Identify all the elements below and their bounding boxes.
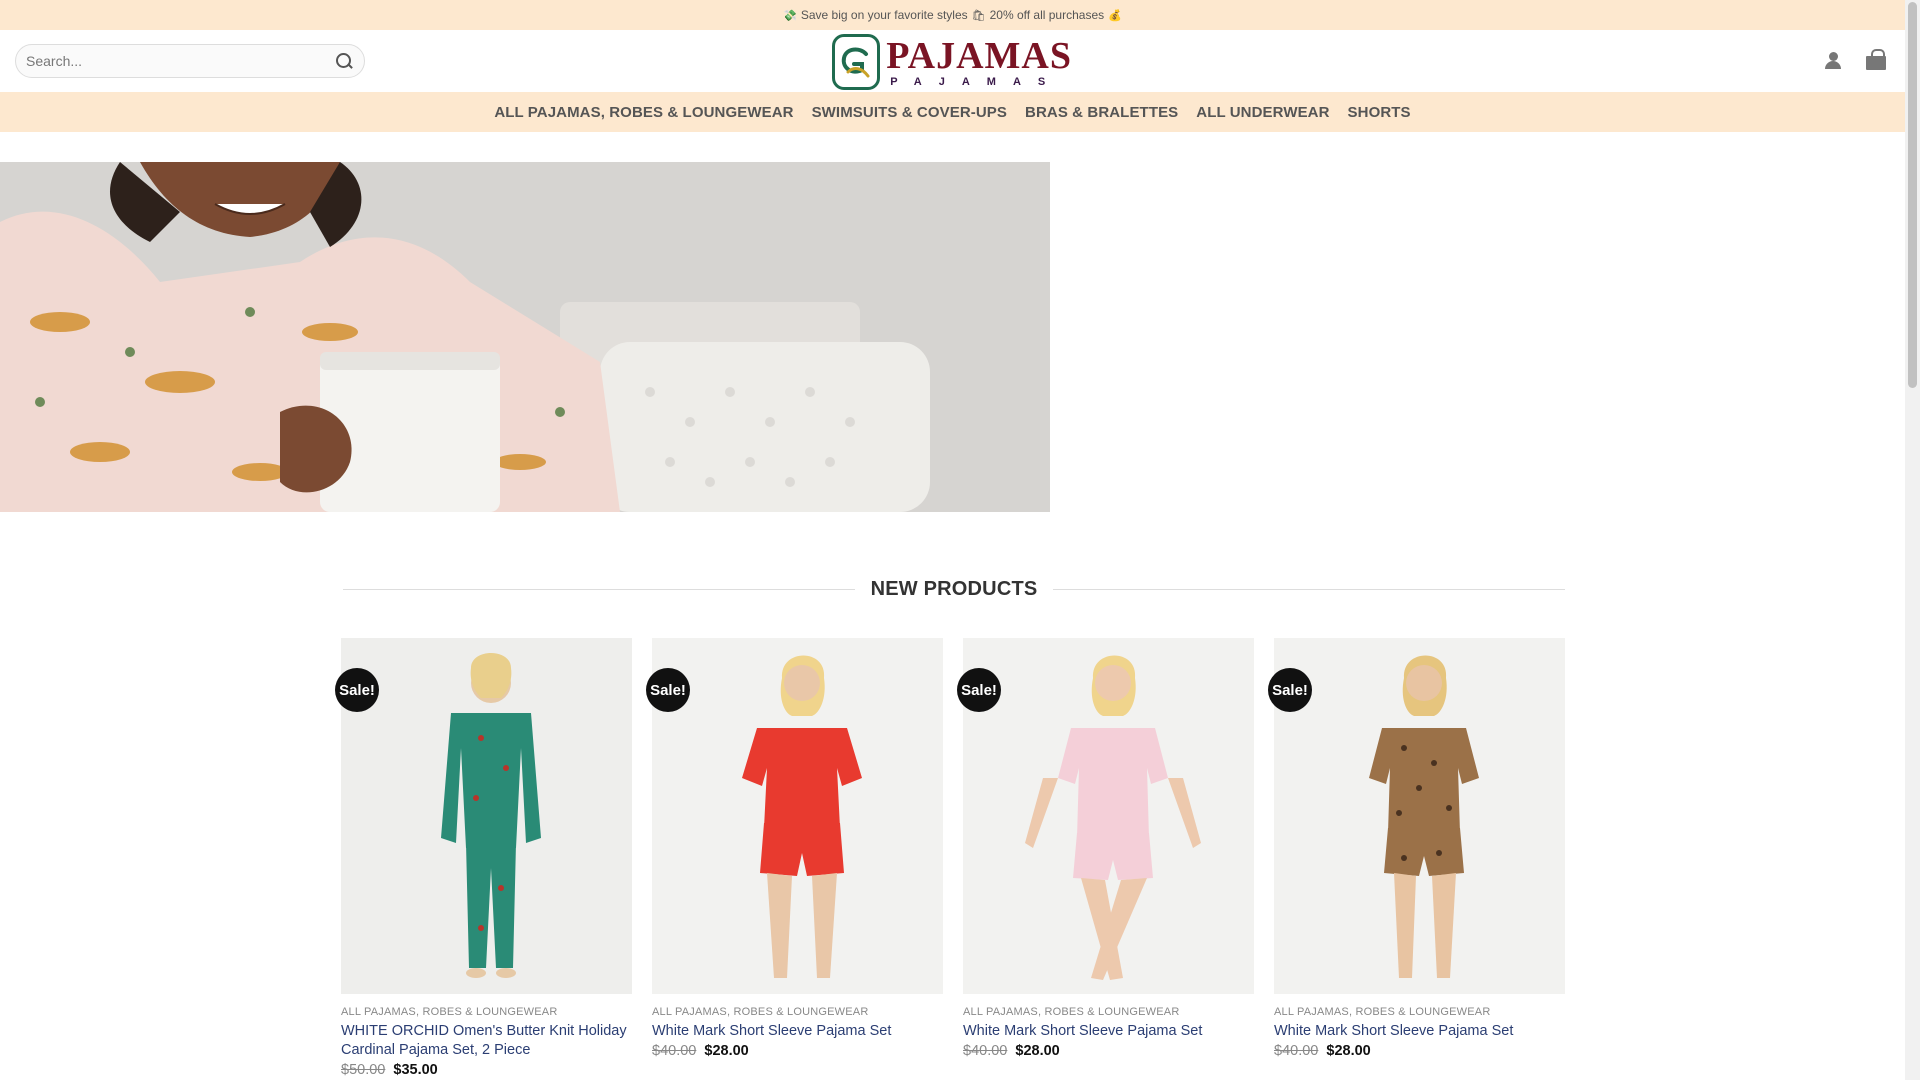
product-card[interactable]: Sale! ALL PAJAMAS, ROBES & LOUNGEWEAR Wh… <box>957 638 1254 1078</box>
section-title: NEW PRODUCTS <box>870 577 1038 600</box>
product-image[interactable] <box>1274 638 1565 994</box>
product-card[interactable]: Sale! ALL PAJAMAS, ROBES & LOUNGEWEAR WH… <box>335 638 632 1078</box>
nav-item-shorts[interactable]: SHORTS <box>1348 104 1411 121</box>
section-header: NEW PRODUCTS <box>343 574 1565 604</box>
product-image[interactable] <box>652 638 943 994</box>
product-category[interactable]: ALL PAJAMAS, ROBES & LOUNGEWEAR <box>652 1006 943 1018</box>
product-photo <box>341 638 632 994</box>
logo-title: PAJAMAS <box>886 34 1072 77</box>
main-nav: ALL PAJAMAS, ROBES & LOUNGEWEAR SWIMSUIT… <box>0 92 1905 132</box>
product-image[interactable] <box>341 638 632 994</box>
sale-badge: Sale! <box>1268 668 1312 712</box>
hero-image <box>0 162 1050 512</box>
promo-bar: 💸 Save big on your favorite styles 🛍 20%… <box>0 0 1905 30</box>
sale-price: $35.00 <box>393 1062 438 1078</box>
sale-badge: Sale! <box>646 668 690 712</box>
sale-badge: Sale! <box>957 668 1001 712</box>
user-icon[interactable] <box>1823 49 1843 71</box>
cart-icon[interactable] <box>1865 48 1887 72</box>
sale-price: $28.00 <box>1015 1043 1060 1059</box>
product-grid: Sale! ALL PAJAMAS, ROBES & LOUNGEWEAR WH… <box>335 638 1567 1078</box>
nav-item-underwear[interactable]: ALL UNDERWEAR <box>1196 104 1329 121</box>
product-category[interactable]: ALL PAJAMAS, ROBES & LOUNGEWEAR <box>963 1006 1254 1018</box>
nav-item-bras[interactable]: BRAS & BRALETTES <box>1025 104 1178 121</box>
logo-subtitle: PAJAMAS <box>890 75 1063 88</box>
product-price: $40.00 $28.00 <box>963 1043 1254 1059</box>
product-category[interactable]: ALL PAJAMAS, ROBES & LOUNGEWEAR <box>1274 1006 1565 1018</box>
search-box[interactable] <box>15 44 365 78</box>
search-input[interactable] <box>26 53 334 69</box>
site-header: PAJAMAS PAJAMAS <box>0 30 1905 92</box>
product-price: $50.00 $35.00 <box>341 1062 632 1078</box>
sale-badge: Sale! <box>335 668 379 712</box>
sale-price: $28.00 <box>704 1043 749 1059</box>
nav-item-pajamas[interactable]: ALL PAJAMAS, ROBES & LOUNGEWEAR <box>494 104 793 121</box>
product-name[interactable]: White Mark Short Sleeve Pajama Set <box>1274 1022 1565 1041</box>
divider <box>343 588 855 590</box>
product-name[interactable]: White Mark Short Sleeve Pajama Set <box>652 1022 943 1041</box>
product-photo <box>1274 638 1565 994</box>
logo[interactable]: PAJAMAS PAJAMAS <box>832 33 1072 90</box>
nav-item-swimsuits[interactable]: SWIMSUITS & COVER-UPS <box>812 104 1007 121</box>
product-card[interactable]: Sale! ALL PAJAMAS, ROBES & LOUNGEWEAR Wh… <box>1268 638 1565 1078</box>
scrollbar-thumb[interactable] <box>1908 2 1917 388</box>
product-photo <box>963 638 1254 994</box>
product-image[interactable] <box>963 638 1254 994</box>
old-price: $50.00 <box>341 1062 386 1078</box>
product-category[interactable]: ALL PAJAMAS, ROBES & LOUNGEWEAR <box>341 1006 632 1018</box>
product-name[interactable]: White Mark Short Sleeve Pajama Set <box>963 1022 1254 1041</box>
old-price: $40.00 <box>963 1043 1008 1059</box>
promo-text-a: Save big on your favorite styles <box>800 8 968 22</box>
old-price: $40.00 <box>1274 1043 1319 1059</box>
sale-price: $28.00 <box>1326 1043 1371 1059</box>
search-icon[interactable] <box>334 51 354 71</box>
promo-text-b: 20% off all purchases <box>989 8 1105 22</box>
old-price: $40.00 <box>652 1043 697 1059</box>
product-name[interactable]: WHITE ORCHID Omen's Butter Knit Holiday … <box>341 1022 632 1060</box>
product-price: $40.00 $28.00 <box>652 1043 943 1059</box>
hero-banner[interactable] <box>0 162 1050 512</box>
product-price: $40.00 $28.00 <box>1274 1043 1565 1059</box>
product-card[interactable]: Sale! ALL PAJAMAS, ROBES & LOUNGEWEAR Wh… <box>646 638 943 1078</box>
money-icon: 💸 <box>783 9 797 22</box>
page-scrollbar[interactable] <box>1905 0 1920 1080</box>
divider <box>1053 588 1565 590</box>
product-photo <box>652 638 943 994</box>
logo-mark-icon <box>832 33 881 90</box>
bag-icon: 💰 <box>1108 9 1122 22</box>
gift-icon: 🛍 <box>971 9 986 22</box>
